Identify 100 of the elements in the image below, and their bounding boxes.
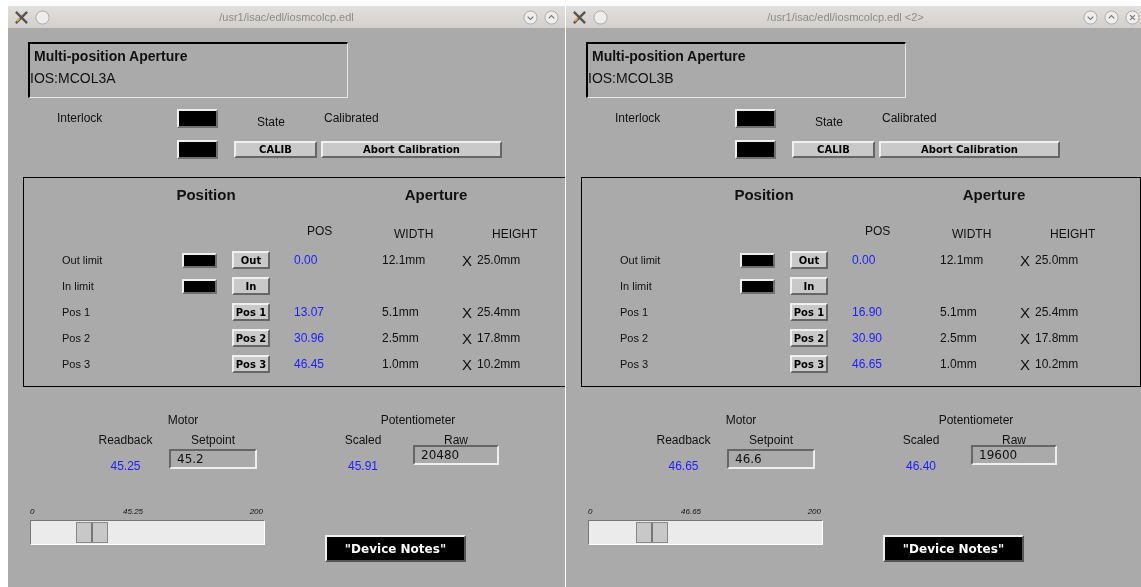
position-label: Pos 3 bbox=[62, 358, 92, 370]
position-value: 46.65 bbox=[852, 357, 884, 371]
position-value: 0.00 bbox=[294, 253, 319, 267]
move-button[interactable]: Out bbox=[232, 251, 270, 269]
section-heading: Aperture bbox=[403, 186, 469, 203]
position-label: Pos 3 bbox=[620, 358, 650, 370]
scale-max-label: 200 bbox=[807, 507, 821, 516]
move-button[interactable]: Pos 1 bbox=[232, 303, 270, 321]
position-value: 16.90 bbox=[852, 305, 884, 319]
column-header: WIDTH bbox=[394, 227, 434, 241]
slider-thumb[interactable] bbox=[76, 522, 109, 543]
move-button[interactable]: Pos 1 bbox=[790, 303, 828, 321]
position-label: Out limit bbox=[620, 254, 662, 266]
move-button[interactable]: Pos 3 bbox=[790, 355, 828, 373]
readback-value: 46.65 bbox=[668, 459, 699, 473]
height-value: 17.8mm bbox=[477, 331, 522, 345]
motor-title: Motor bbox=[166, 413, 200, 427]
maximize-button[interactable] bbox=[544, 9, 559, 25]
panel-heading: Multi-position Aperture bbox=[591, 47, 747, 64]
setpoint-field[interactable]: 45.2 bbox=[169, 449, 257, 469]
interlock-indicator bbox=[735, 108, 776, 128]
move-button[interactable]: Pos 2 bbox=[790, 329, 828, 347]
close-button[interactable] bbox=[1125, 9, 1140, 25]
raw-label: Raw bbox=[1002, 433, 1026, 447]
scale-min-label: 0 bbox=[588, 507, 593, 516]
position-label: In limit bbox=[620, 280, 653, 292]
column-header: POS bbox=[865, 224, 891, 238]
readback-label: Readback bbox=[656, 433, 711, 447]
section-heading: Position bbox=[175, 186, 237, 203]
column-header: HEIGHT bbox=[1050, 227, 1096, 241]
window-menu-button[interactable] bbox=[593, 9, 608, 25]
move-button[interactable]: Out bbox=[790, 251, 828, 269]
raw-label: Raw bbox=[444, 433, 468, 447]
raw-field[interactable]: 19600 bbox=[971, 445, 1057, 465]
window-title: /usr1/isac/edl/iosmcolcp.edl <2> bbox=[766, 11, 925, 23]
abort-calibration-button[interactable]: Abort Calibration bbox=[321, 140, 502, 158]
interlock-indicator bbox=[177, 108, 218, 128]
position-label: In limit bbox=[62, 280, 95, 292]
slider[interactable] bbox=[30, 520, 265, 545]
position-label: Out limit bbox=[62, 254, 104, 266]
device-notes-button[interactable]: "Device Notes" bbox=[325, 535, 466, 562]
interlock-label: Interlock bbox=[57, 111, 104, 125]
limit-indicator bbox=[740, 252, 775, 268]
position-value: 46.45 bbox=[294, 357, 326, 371]
times-sign: X bbox=[462, 303, 473, 321]
height-value: 10.2mm bbox=[1035, 357, 1080, 371]
move-button[interactable]: Pos 3 bbox=[232, 355, 270, 373]
calib-button[interactable]: CALIB bbox=[792, 140, 875, 158]
x-logo-icon[interactable] bbox=[572, 9, 587, 25]
column-header: HEIGHT bbox=[492, 227, 538, 241]
position-label: Pos 2 bbox=[62, 332, 92, 344]
scaled-value: 46.40 bbox=[906, 459, 936, 473]
height-value: 17.8mm bbox=[1035, 331, 1080, 345]
section-heading: Position bbox=[733, 186, 795, 203]
panel-heading: Multi-position Aperture bbox=[33, 47, 189, 64]
interlock-label: Interlock bbox=[615, 111, 662, 125]
times-sign: X bbox=[1020, 251, 1031, 269]
scaled-label: Scaled bbox=[902, 433, 940, 447]
move-button[interactable]: In bbox=[232, 277, 270, 295]
scaled-value: 45.91 bbox=[348, 459, 378, 473]
scale-max-label: 200 bbox=[249, 507, 263, 516]
setpoint-field[interactable]: 46.6 bbox=[727, 449, 815, 469]
slider[interactable] bbox=[588, 520, 823, 545]
maximize-button[interactable] bbox=[1104, 9, 1119, 25]
width-value: 5.1mm bbox=[382, 305, 420, 319]
calib-button[interactable]: CALIB bbox=[234, 140, 317, 158]
position-label: Pos 1 bbox=[620, 306, 650, 318]
status-indicator bbox=[735, 139, 776, 159]
times-sign: X bbox=[1020, 329, 1031, 347]
position-label: Pos 2 bbox=[620, 332, 650, 344]
limit-indicator bbox=[740, 278, 775, 294]
height-value: 25.0mm bbox=[1035, 253, 1080, 267]
slider-thumb[interactable] bbox=[635, 522, 668, 543]
raw-field[interactable]: 20480 bbox=[413, 445, 499, 465]
device-name: IOS:MCOL3B bbox=[588, 69, 675, 86]
scale-value-label: 45.25 bbox=[123, 507, 144, 516]
state-value: Calibrated bbox=[324, 111, 379, 125]
abort-calibration-button[interactable]: Abort Calibration bbox=[879, 140, 1060, 158]
width-value: 1.0mm bbox=[382, 357, 420, 371]
move-button[interactable]: In bbox=[790, 277, 828, 295]
height-value: 25.4mm bbox=[477, 305, 522, 319]
position-value: 30.90 bbox=[852, 331, 884, 345]
width-value: 5.1mm bbox=[940, 305, 978, 319]
status-indicator bbox=[177, 139, 218, 159]
width-value: 12.1mm bbox=[940, 253, 985, 267]
x-logo-icon[interactable] bbox=[14, 9, 29, 25]
move-button[interactable]: Pos 2 bbox=[232, 329, 270, 347]
minimize-button[interactable] bbox=[523, 9, 538, 25]
window-title: /usr1/isac/edl/iosmcolcp.edl bbox=[218, 11, 355, 23]
column-header: WIDTH bbox=[952, 227, 992, 241]
position-value: 30.96 bbox=[294, 331, 326, 345]
device-notes-button[interactable]: "Device Notes" bbox=[883, 535, 1024, 562]
minimize-button[interactable] bbox=[1083, 9, 1098, 25]
window-menu-button[interactable] bbox=[35, 9, 50, 25]
width-value: 2.5mm bbox=[382, 331, 420, 345]
limit-indicator bbox=[182, 278, 217, 294]
times-sign: X bbox=[462, 251, 473, 269]
position-value: 13.07 bbox=[294, 305, 326, 319]
height-value: 25.0mm bbox=[477, 253, 522, 267]
section-heading: Aperture bbox=[961, 186, 1027, 203]
